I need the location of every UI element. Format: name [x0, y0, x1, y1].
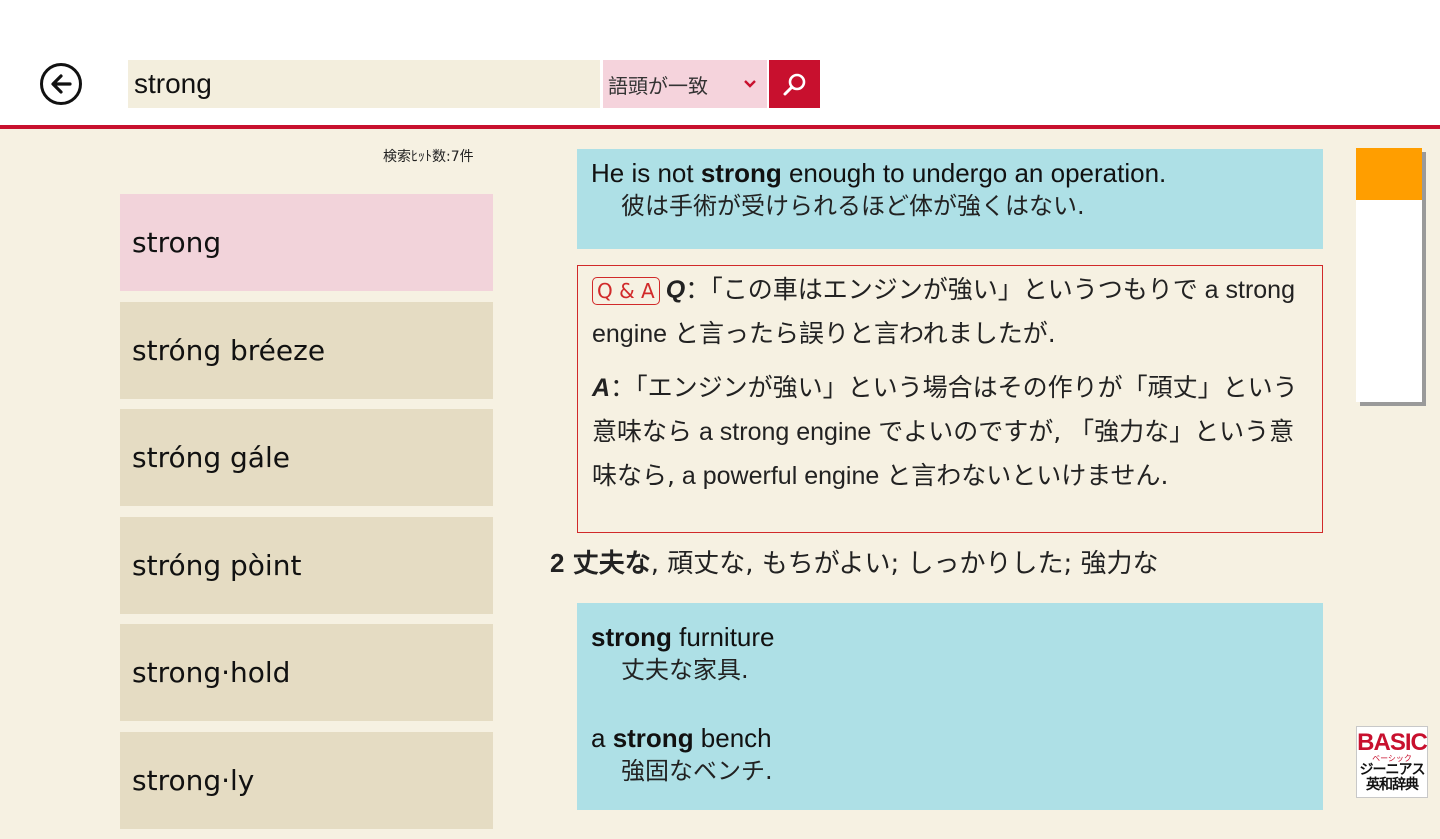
qa-badge: Q & A — [592, 277, 660, 305]
example-box: He is not strong enough to undergo an op… — [577, 149, 1323, 249]
example-english: a strong bench — [591, 723, 772, 753]
qa-box: Q & A Q：「この車はエンジンが強い」というつもりで a strong eng… — [577, 265, 1323, 533]
scroll-thumb[interactable] — [1356, 148, 1422, 200]
scroll-panel[interactable] — [1356, 148, 1422, 402]
sense-2: 2 丈夫な, 頑丈な, もちがよい; しっかりした; 強力な — [550, 548, 1159, 579]
arrow-left-icon — [51, 74, 72, 94]
example-english: He is not strong enough to undergo an op… — [591, 158, 1167, 188]
result-item-strong-gale[interactable]: stróng gále — [120, 409, 493, 506]
search-button[interactable] — [769, 60, 820, 108]
example-box-2: strong furniture 丈夫な家具. a strong bench 強… — [577, 603, 1323, 810]
example-japanese: 強固なベンチ. — [621, 757, 773, 785]
hit-count: 検索ﾋｯﾄ数:7件 — [383, 149, 474, 165]
result-item-strong-breeze[interactable]: stróng bréeze — [120, 301, 493, 399]
search-input[interactable] — [128, 60, 600, 108]
result-list: strong stróng bréeze stróng gále stróng … — [120, 194, 493, 839]
chevron-down-icon — [744, 80, 756, 88]
app-logo: BASIC ベーシック ジーニアス 英和辞典 — [1356, 726, 1428, 798]
back-button[interactable] — [40, 63, 82, 105]
result-item-strongly[interactable]: strong·ly — [120, 731, 493, 829]
entry-content: He is not strong enough to undergo an op… — [540, 128, 1340, 810]
example-japanese: 彼は手術が受けられるほど体が強くはない. — [621, 192, 1085, 220]
example-japanese: 丈夫な家具. — [621, 656, 749, 684]
search-mode-label: 語頭が一致 — [608, 73, 708, 98]
search-icon — [783, 73, 805, 96]
result-item-stronghold[interactable]: strong·hold — [120, 624, 493, 721]
app-header: 語頭が一致 — [0, 0, 1440, 129]
qa-question: Q & A Q：「この車はエンジンが強い」というつもりで a strong eng… — [592, 275, 1295, 348]
result-item-strong-point[interactable]: stróng pòint — [120, 516, 493, 614]
qa-answer: A：「エンジンが強い」という場合はその作りが「頑丈」という意味なら a stro… — [592, 373, 1298, 490]
search-mode-select[interactable]: 語頭が一致 — [603, 60, 767, 108]
example-english: strong furniture — [591, 622, 775, 652]
result-item-strong[interactable]: strong — [120, 194, 493, 291]
